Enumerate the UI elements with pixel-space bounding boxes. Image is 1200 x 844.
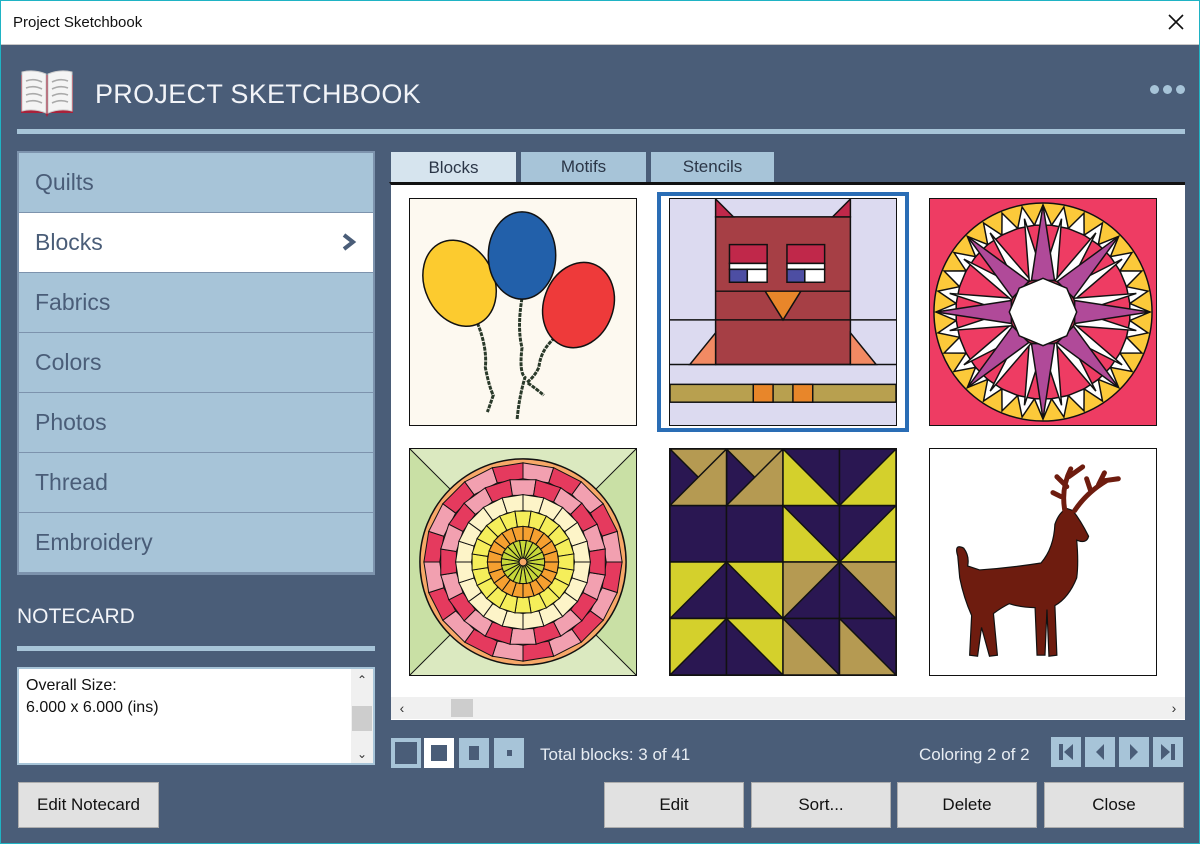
sidebar-item-label: Quilts (35, 169, 94, 195)
reindeer-block[interactable] (929, 448, 1157, 676)
more-dots-icon (1163, 85, 1172, 94)
window-title: Project Sketchbook (13, 14, 143, 31)
scroll-left-icon[interactable]: ‹ (393, 697, 411, 719)
sidebar-item-label: Thread (35, 469, 108, 495)
size-square-icon (431, 745, 447, 761)
reindeer-image (930, 449, 1156, 675)
header: PROJECT SKETCHBOOK (17, 63, 1185, 135)
next-coloring-button[interactable] (1119, 737, 1149, 767)
sort-button[interactable]: Sort... (751, 782, 891, 828)
scrollbar-thumb[interactable] (451, 699, 473, 717)
thumbnail-size-extra-large-button[interactable] (391, 738, 421, 768)
sidebar-item-quilts[interactable]: Quilts (19, 153, 373, 212)
chevron-right-icon (342, 233, 357, 251)
gallery-horizontal-scrollbar[interactable]: ‹ › (391, 697, 1185, 719)
delete-button[interactable]: Delete (897, 782, 1037, 828)
sidebar-item-embroidery[interactable]: Embroidery (19, 513, 373, 572)
tab-stencils[interactable]: Stencils (651, 152, 774, 182)
coloring-label: Coloring 2 of 2 (919, 745, 1030, 764)
owl-block[interactable] (669, 198, 897, 426)
sidebar-item-label: Photos (35, 409, 107, 435)
previous-icon (1096, 744, 1104, 760)
more-dots-icon (1176, 85, 1185, 94)
title-bar: Project Sketchbook (1, 1, 1199, 45)
edit-button[interactable]: Edit (604, 782, 744, 828)
sidebar-item-thread[interactable]: Thread (19, 453, 373, 512)
thumbnail-size-small-button[interactable] (494, 738, 524, 768)
size-square-icon (469, 746, 479, 760)
first-coloring-button[interactable] (1051, 737, 1081, 767)
tab-blocks[interactable]: Blocks (391, 152, 516, 184)
edit-notecard-button[interactable]: Edit Notecard (18, 782, 159, 828)
close-icon (1168, 14, 1184, 30)
previous-coloring-button[interactable] (1085, 737, 1115, 767)
half-square-triangles-block[interactable] (669, 448, 897, 676)
notecard-line: Overall Size: (26, 677, 117, 694)
sidebar-item-colors[interactable]: Colors (19, 333, 373, 392)
mariners-compass-image (930, 199, 1156, 425)
close-button[interactable]: Close (1044, 782, 1184, 828)
more-options-button[interactable] (1150, 85, 1185, 94)
sidebar-item-label: Blocks (35, 229, 103, 255)
sidebar-item-label: Colors (35, 349, 102, 375)
mariners-compass-block[interactable] (929, 198, 1157, 426)
project-sketchbook-window: Project Sketchbook PROJECT SKETCHBOOK Qu… (0, 0, 1200, 844)
size-square-icon (506, 750, 512, 756)
dresden-circle-block[interactable] (409, 448, 637, 676)
notecard-heading: NOTECARD (17, 605, 135, 628)
open-book-icon (21, 70, 73, 117)
sidebar-item-label: Embroidery (35, 529, 153, 555)
last-icon (1161, 744, 1175, 760)
thumbnail-size-medium-button[interactable] (459, 738, 489, 768)
page-title: PROJECT SKETCHBOOK (95, 79, 421, 109)
half-square-triangles-image (670, 449, 896, 675)
notecard-scrollbar[interactable]: ⌃ ⌄ (351, 669, 373, 763)
scrollbar-thumb[interactable] (352, 706, 372, 731)
scroll-down-icon[interactable]: ⌄ (351, 745, 373, 763)
dresden-circle-image (410, 449, 636, 675)
tab-motifs[interactable]: Motifs (521, 152, 646, 182)
total-blocks-label: Total blocks: 3 of 41 (540, 745, 691, 764)
notecard-textbox[interactable]: Overall Size: 6.000 x 6.000 (ins) ⌃ ⌄ (17, 667, 375, 765)
first-icon (1059, 744, 1073, 760)
header-divider (17, 129, 1185, 134)
notecard-divider (17, 646, 375, 651)
balloons-block[interactable] (409, 198, 637, 426)
more-dots-icon (1150, 85, 1159, 94)
sidebar-item-label: Fabrics (35, 289, 111, 315)
sidebar-nav: Quilts Blocks Fabrics Colors Photos Thre… (17, 151, 375, 575)
thumbnail-size-large-button[interactable] (424, 738, 454, 768)
owl-image (670, 199, 896, 425)
sidebar-item-blocks[interactable]: Blocks (19, 213, 373, 272)
block-gallery (389, 182, 1185, 720)
sidebar-item-photos[interactable]: Photos (19, 393, 373, 452)
last-coloring-button[interactable] (1153, 737, 1183, 767)
notecard-line: 6.000 x 6.000 (ins) (26, 699, 159, 716)
next-icon (1130, 744, 1138, 760)
scroll-up-icon[interactable]: ⌃ (351, 671, 373, 689)
scroll-right-icon[interactable]: › (1165, 697, 1183, 719)
size-square-icon (395, 742, 417, 764)
close-window-button[interactable] (1161, 7, 1191, 37)
balloons-image (410, 199, 636, 425)
sidebar-item-fabrics[interactable]: Fabrics (19, 273, 373, 332)
